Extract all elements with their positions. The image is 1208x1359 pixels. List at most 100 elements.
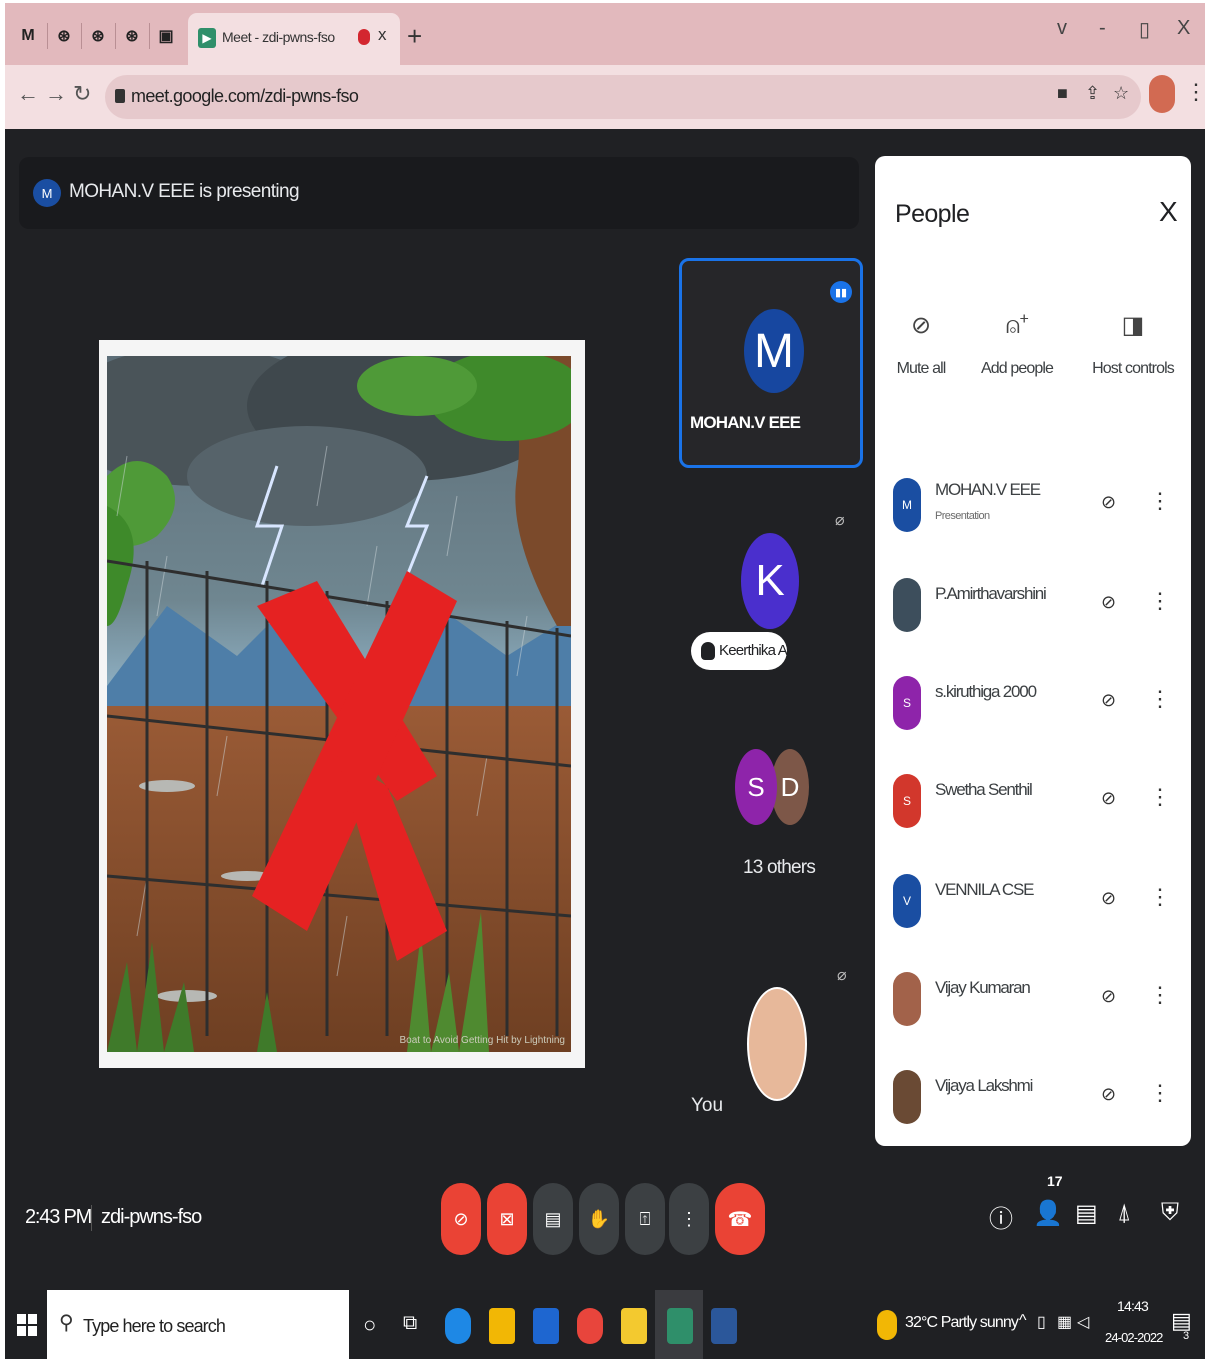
tray-time[interactable]: 14:43 xyxy=(1117,1298,1149,1314)
raised-hand-chip[interactable]: Keerthika A xyxy=(691,632,788,670)
taskbar-search-box[interactable]: ⚲ Type here to search xyxy=(47,1290,349,1359)
mute-all-button[interactable]: ⊘ Mute all xyxy=(889,306,953,378)
camera-in-use-icon[interactable]: ■ xyxy=(1057,83,1068,104)
action-label: Host controls xyxy=(1092,360,1175,377)
chrome-icon[interactable] xyxy=(577,1308,603,1344)
word-icon[interactable] xyxy=(711,1308,737,1344)
people-icon[interactable]: 👤 xyxy=(1033,1199,1063,1228)
more-options-icon[interactable]: ⋮ xyxy=(1149,1080,1171,1106)
participant-row[interactable]: M MOHAN.V EEE Presentation ⊘ ⋮ xyxy=(893,474,1183,534)
camera-toggle-button[interactable]: ⊠ xyxy=(487,1183,527,1255)
more-options-icon[interactable]: ⋮ xyxy=(1149,488,1171,514)
tray-date[interactable]: 24-02-2022 xyxy=(1105,1330,1163,1345)
more-options-icon[interactable]: ⋮ xyxy=(1149,686,1171,712)
self-label: You xyxy=(691,1095,724,1116)
minimize-button[interactable]: - xyxy=(1099,17,1106,40)
more-options-icon[interactable]: ⋮ xyxy=(1149,784,1171,810)
participant-avatar xyxy=(893,578,921,632)
mic-off-icon[interactable]: ⊘ xyxy=(1101,492,1116,513)
profile-avatar[interactable] xyxy=(1149,75,1175,113)
weather-icon xyxy=(877,1310,897,1340)
participant-row[interactable]: P.Amirthavarshini ⊘ ⋮ xyxy=(893,574,1183,634)
participant-row[interactable]: V VENNILA CSE ⊘ ⋮ xyxy=(893,870,1183,930)
chat-icon[interactable]: ▤ xyxy=(1075,1199,1098,1228)
browser-menu-icon[interactable]: ⋮ xyxy=(1185,79,1207,105)
store-icon[interactable] xyxy=(533,1308,559,1344)
lock-icon[interactable] xyxy=(115,89,125,103)
end-call-button[interactable]: ☎ xyxy=(715,1183,765,1255)
participant-row[interactable]: Vijay Kumaran ⊘ ⋮ xyxy=(893,968,1183,1028)
participant-name: Vijaya Lakshmi xyxy=(935,1076,1033,1095)
address-bar[interactable]: meet.google.com/zdi-pwns-fso xyxy=(105,75,1141,119)
participant-row[interactable]: S Swetha Senthil ⊘ ⋮ xyxy=(893,770,1183,830)
mic-off-icon[interactable]: ⊘ xyxy=(1101,1084,1116,1105)
meeting-details-icon[interactable]: ⓘ xyxy=(989,1199,1013,1234)
new-tab-button[interactable]: + xyxy=(407,21,422,52)
tab-close-icon[interactable]: x xyxy=(378,25,387,45)
share-icon[interactable]: ⇪ xyxy=(1085,83,1100,104)
host-controls-icon[interactable]: ⛨ xyxy=(1161,1199,1179,1227)
activities-icon[interactable]: ⍋ xyxy=(1117,1199,1131,1227)
others-count-label[interactable]: 13 others xyxy=(743,857,816,879)
pinned-tab-3-icon[interactable]: ⊛ xyxy=(119,21,145,51)
edge-icon[interactable] xyxy=(445,1308,471,1344)
task-view-icon[interactable]: ⧉ xyxy=(403,1312,417,1335)
browser-toolbar: ← → ↻ meet.google.com/zdi-pwns-fso ■ ⇪ ☆… xyxy=(5,65,1207,129)
window-close-button[interactable]: X xyxy=(1177,17,1190,40)
pinned-tab-1-icon[interactable]: ⊛ xyxy=(51,21,77,51)
participant-name: VENNILA CSE xyxy=(935,880,1035,899)
present-icon: ⍐ xyxy=(639,1208,651,1229)
app-icon[interactable] xyxy=(621,1308,647,1344)
windows-start-icon[interactable] xyxy=(17,1314,37,1336)
present-now-button[interactable]: ⍐ xyxy=(625,1183,665,1255)
participant-row[interactable]: Vijaya Lakshmi ⊘ ⋮ xyxy=(893,1066,1183,1126)
tray-chevron-icon[interactable]: ^ xyxy=(1019,1312,1027,1330)
back-arrow-icon[interactable]: ← xyxy=(17,81,39,107)
mic-off-icon[interactable]: ⊘ xyxy=(1101,986,1116,1007)
more-options-icon[interactable]: ⋮ xyxy=(1149,588,1171,614)
pinned-tab-4-icon[interactable]: ▣ xyxy=(153,21,179,51)
host-controls-button[interactable]: ◨ Host controls xyxy=(1083,306,1183,378)
raise-hand-button[interactable]: ✋ xyxy=(579,1183,619,1255)
raised-hand-icon xyxy=(701,642,715,660)
network-icon[interactable]: ▦ xyxy=(1057,1312,1072,1332)
bookmark-star-icon[interactable]: ☆ xyxy=(1113,83,1129,104)
url-text[interactable]: meet.google.com/zdi-pwns-fso xyxy=(131,86,359,107)
add-people-button[interactable]: ⍝⁺ Add people xyxy=(975,306,1059,378)
mic-toggle-button[interactable]: ⊘ xyxy=(441,1183,481,1255)
phone-hangup-icon: ☎ xyxy=(727,1208,753,1231)
volume-icon[interactable]: ◁ xyxy=(1077,1312,1089,1332)
active-tab[interactable]: ▶ Meet - zdi-pwns-fso x xyxy=(188,13,400,68)
battery-icon[interactable]: ▯ xyxy=(1037,1312,1046,1332)
clock-separator xyxy=(91,1205,92,1231)
slide-caption: Boat to Avoid Getting Hit by Lightning xyxy=(399,1035,565,1046)
participant-tile-mohan[interactable]: M MOHAN.V EEE ▮▮ xyxy=(679,258,863,468)
pinned-tab-gmail-icon[interactable]: M xyxy=(15,21,41,51)
tab-separator xyxy=(115,23,116,49)
more-options-icon[interactable]: ⋮ xyxy=(1149,884,1171,910)
more-options-icon[interactable]: ⋮ xyxy=(1149,982,1171,1008)
close-panel-icon[interactable]: X xyxy=(1159,196,1178,228)
captions-button[interactable]: ▤ xyxy=(533,1183,573,1255)
self-avatar xyxy=(747,987,807,1101)
participant-avatar: S xyxy=(893,774,921,828)
file-explorer-icon[interactable] xyxy=(489,1308,515,1344)
mic-off-icon[interactable]: ⊘ xyxy=(1101,592,1116,613)
action-label: Mute all xyxy=(896,360,947,377)
forward-arrow-icon[interactable]: → xyxy=(45,81,67,107)
meet-app-icon[interactable] xyxy=(667,1308,693,1344)
mic-off-icon[interactable]: ⊘ xyxy=(1101,788,1116,809)
more-options-button[interactable]: ⋮ xyxy=(669,1183,709,1255)
reload-icon[interactable]: ↻ xyxy=(73,81,91,107)
browser-tab-strip: M ⊛ ⊛ ⊛ ▣ ▶ Meet - zdi-pwns-fso x + v - … xyxy=(5,3,1205,68)
restore-button[interactable]: ▯ xyxy=(1139,17,1150,42)
notification-count: 3 xyxy=(1183,1330,1190,1342)
weather-text[interactable]: 32°C Partly sunny xyxy=(905,1314,1019,1332)
pinned-tab-2-icon[interactable]: ⊛ xyxy=(85,21,111,51)
mic-off-icon[interactable]: ⊘ xyxy=(1101,690,1116,711)
participant-row[interactable]: S s.kiruthiga 2000 ⊘ ⋮ xyxy=(893,672,1183,732)
tab-separator xyxy=(47,23,48,49)
mic-off-icon[interactable]: ⊘ xyxy=(1101,888,1116,909)
tab-search-icon[interactable]: v xyxy=(1057,17,1067,40)
cortana-icon[interactable]: ○ xyxy=(363,1312,376,1338)
